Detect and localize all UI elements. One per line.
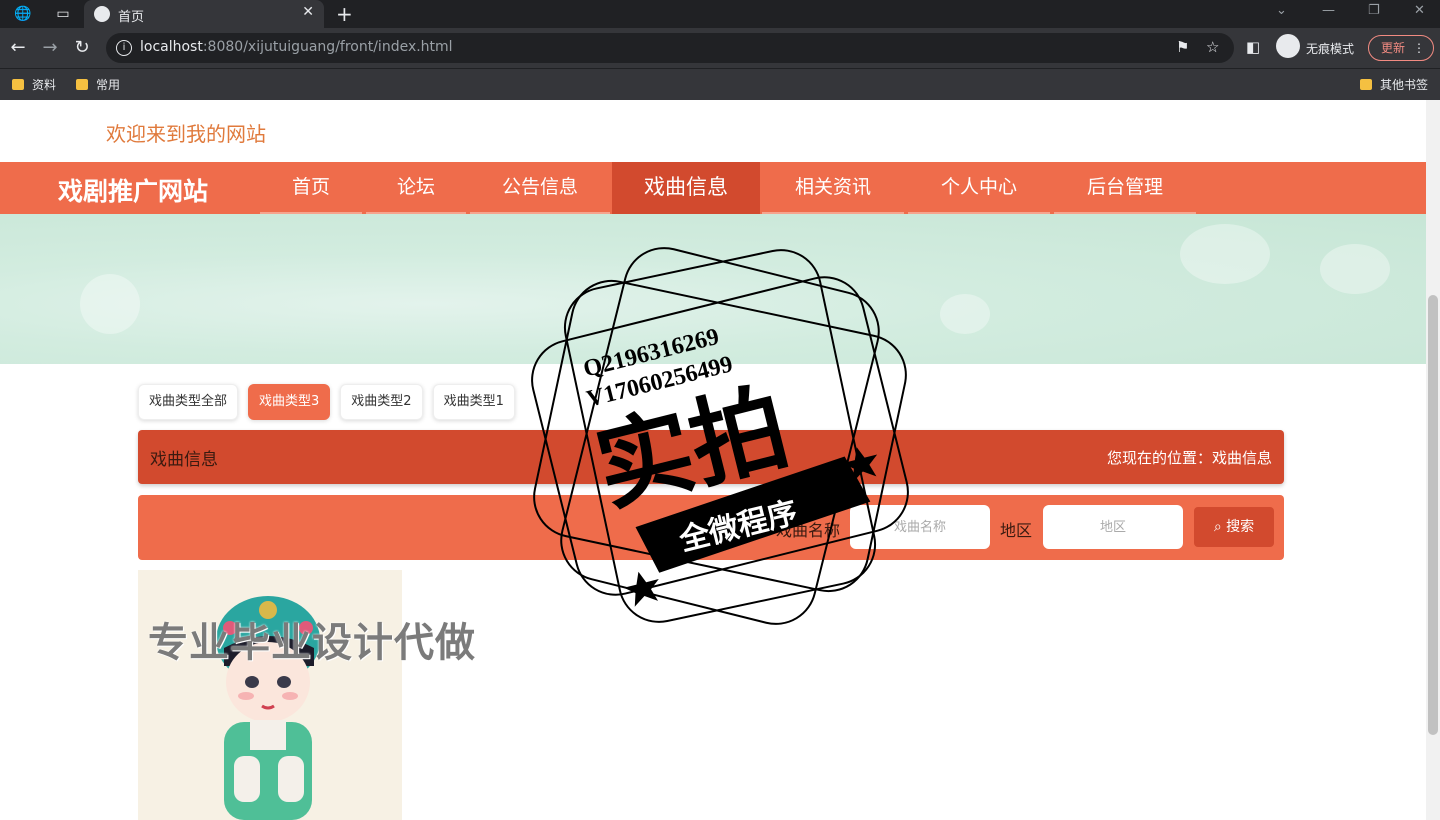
side-panel-icon[interactable]: ◧ (1246, 38, 1260, 56)
nav-admin[interactable]: 后台管理 (1054, 162, 1196, 214)
section-title: 戏曲信息 (150, 450, 218, 470)
opera-card-image[interactable] (138, 570, 402, 820)
browser-tab[interactable]: 首页 ✕ (84, 0, 324, 28)
nav-forum[interactable]: 论坛 (366, 162, 466, 214)
welcome-text: 欢迎来到我的网站 (106, 122, 266, 146)
watermark-text: 专业毕业设计代做 (148, 620, 476, 666)
window-icon[interactable]: ▭ (54, 5, 72, 23)
window-close-icon[interactable]: ✕ (1414, 3, 1425, 18)
watermark-stamp: Q2196316269 V17060256499 实拍 全微程序 (531, 247, 909, 625)
nav-opera-info[interactable]: 戏曲信息 (612, 162, 760, 214)
bookmarks-bar: 资料 常用 其他书签 (0, 68, 1440, 100)
breadcrumb: 您现在的位置：戏曲信息 (1106, 449, 1272, 467)
nav-announcements[interactable]: 公告信息 (470, 162, 610, 214)
back-icon[interactable]: ← (6, 36, 30, 60)
search-button[interactable]: ⌕ 搜索 (1194, 507, 1274, 547)
category-type-2[interactable]: 戏曲类型2 (340, 384, 423, 420)
site-brand[interactable]: 戏剧推广网站 (58, 172, 208, 208)
browser-tab-bar: 🌐 ▭ 首页 ✕ + ⌄ — ❐ ✕ (0, 0, 1440, 28)
restore-icon[interactable]: ❐ (1368, 3, 1380, 18)
info-icon[interactable]: i (116, 40, 132, 56)
reload-icon[interactable]: ↻ (70, 36, 94, 60)
region-input[interactable] (1043, 505, 1183, 549)
search-icon: ⌕ (1213, 519, 1227, 535)
folder-icon (12, 79, 24, 90)
minimize-icon[interactable]: — (1322, 3, 1335, 18)
bookmark-folder[interactable]: 常用 (76, 76, 120, 93)
globe-icon[interactable]: 🌐 (14, 5, 32, 23)
tab-favicon-icon (94, 6, 110, 22)
nav-news[interactable]: 相关资讯 (762, 162, 904, 214)
bookmark-folder[interactable]: 资料 (12, 76, 56, 93)
folder-icon (76, 79, 88, 90)
region-label: 地区 (1000, 521, 1033, 540)
translate-icon[interactable]: ⚑ (1176, 38, 1189, 56)
other-bookmarks[interactable]: 其他书签 (1360, 76, 1428, 93)
star-icon[interactable]: ☆ (1206, 38, 1219, 56)
address-bar[interactable]: i localhost:8080/xijutuiguang/front/inde… (106, 33, 1234, 63)
new-tab-icon[interactable]: + (336, 2, 353, 26)
category-all[interactable]: 戏曲类型全部 (138, 384, 239, 420)
forward-icon[interactable]: → (38, 36, 62, 60)
browser-toolbar: ← → ↻ i localhost:8080/xijutuiguang/fron… (0, 28, 1440, 68)
opera-character-illustration (216, 596, 320, 820)
star-icon (623, 571, 659, 607)
page-scrollbar[interactable] (1426, 100, 1440, 820)
folder-icon (1360, 79, 1372, 90)
tab-search-icon[interactable]: ⌄ (1276, 3, 1287, 18)
scrollbar-thumb[interactable] (1428, 295, 1438, 735)
url-text[interactable]: localhost:8080/xijutuiguang/front/index.… (140, 39, 453, 55)
category-type-3[interactable]: 戏曲类型3 (248, 384, 331, 420)
nav-user-center[interactable]: 个人中心 (908, 162, 1050, 214)
nav-home[interactable]: 首页 (260, 162, 362, 214)
menu-icon[interactable]: ⋮ (1413, 36, 1425, 60)
main-navbar: 戏剧推广网站 首页 论坛 公告信息 戏曲信息 相关资讯 个人中心 后台管理 (0, 162, 1426, 214)
category-tabs: 戏曲类型全部 戏曲类型3 戏曲类型2 戏曲类型1 (138, 384, 525, 420)
tab-title: 首页 (118, 10, 145, 25)
incognito-label: 无痕模式 (1306, 42, 1355, 56)
update-button[interactable]: 更新 ⋮ (1368, 35, 1434, 61)
category-type-1[interactable]: 戏曲类型1 (432, 384, 515, 420)
incognito-icon[interactable] (1276, 34, 1300, 58)
close-icon[interactable]: ✕ (302, 4, 314, 20)
